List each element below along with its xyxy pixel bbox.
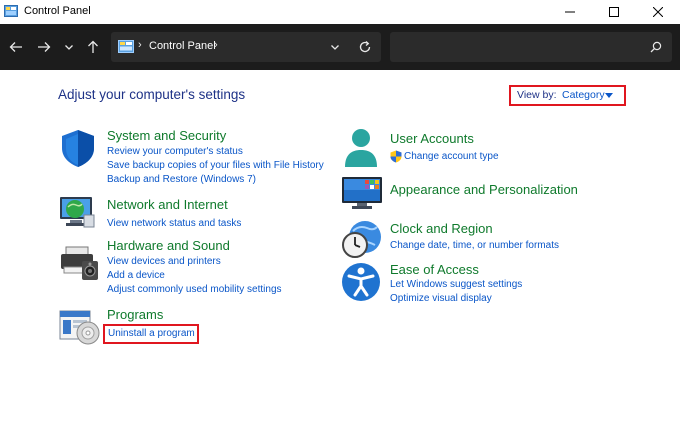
breadcrumb-separator-icon: ›: [138, 39, 142, 51]
maximize-button[interactable]: [592, 0, 636, 24]
view-by-control[interactable]: View by: Category: [509, 85, 626, 106]
refresh-icon[interactable]: [358, 40, 372, 54]
caret-down-icon[interactable]: [605, 93, 613, 98]
category-hardware-and-sound[interactable]: Hardware and Sound: [107, 238, 230, 253]
category-user-accounts[interactable]: User Accounts: [390, 131, 474, 146]
uninstall-highlight-box: [103, 324, 199, 344]
link-date-time-formats[interactable]: Change date, time, or number formats: [390, 240, 559, 251]
category-network-and-internet[interactable]: Network and Internet: [107, 197, 228, 212]
control-panel-icon: [4, 5, 18, 17]
view-by-label: View by:: [517, 89, 557, 101]
arrow-right-icon: [38, 42, 51, 52]
chevron-down-icon[interactable]: [329, 41, 341, 53]
address-bar[interactable]: › Control Panel ›: [111, 32, 381, 62]
programs-disc-icon: [59, 310, 100, 345]
category-ease-of-access[interactable]: Ease of Access: [390, 262, 479, 277]
clock-globe-icon: [342, 221, 381, 258]
category-system-and-security[interactable]: System and Security: [107, 128, 226, 143]
category-programs[interactable]: Programs: [107, 307, 163, 322]
user-icon: [345, 129, 377, 167]
category-appearance-personalization[interactable]: Appearance and Personalization: [390, 182, 578, 197]
category-clock-and-region[interactable]: Clock and Region: [390, 221, 493, 236]
back-button[interactable]: [7, 38, 25, 56]
forward-button[interactable]: [35, 38, 53, 56]
control-panel-icon: [118, 40, 134, 53]
title-bar: Control Panel: [0, 0, 680, 24]
minimize-icon: [565, 11, 575, 13]
printer-speaker-icon: [61, 246, 98, 280]
link-review-computer-status[interactable]: Review your computer's status: [107, 146, 243, 157]
globe-network-icon: [60, 197, 95, 228]
link-devices-printers[interactable]: View devices and printers: [107, 256, 221, 267]
close-button[interactable]: [636, 0, 680, 24]
uac-shield-icon: [390, 150, 402, 163]
arrow-up-icon: [88, 40, 98, 53]
minimize-button[interactable]: [548, 0, 592, 24]
view-by-dropdown[interactable]: Category: [562, 89, 605, 101]
link-change-account-type[interactable]: Change account type: [404, 151, 499, 162]
recent-locations-button[interactable]: [60, 38, 78, 56]
link-mobility-settings[interactable]: Adjust commonly used mobility settings: [107, 284, 282, 295]
search-icon: [650, 41, 662, 53]
search-box[interactable]: [390, 32, 672, 62]
monitor-icon: [342, 177, 382, 209]
arrow-left-icon: [9, 42, 22, 52]
page-heading: Adjust your computer's settings: [58, 87, 246, 102]
window-title: Control Panel: [24, 5, 91, 17]
up-button[interactable]: [84, 38, 102, 56]
link-optimize-visual-display[interactable]: Optimize visual display: [390, 293, 492, 304]
link-backup-restore[interactable]: Backup and Restore (Windows 7): [107, 174, 256, 185]
shield-icon: [62, 130, 94, 167]
maximize-icon: [609, 7, 619, 17]
link-add-device[interactable]: Add a device: [107, 270, 165, 281]
link-windows-suggest-settings[interactable]: Let Windows suggest settings: [390, 279, 522, 290]
link-file-history-backup[interactable]: Save backup copies of your files with Fi…: [107, 160, 324, 171]
breadcrumb-control-panel[interactable]: Control Panel: [149, 40, 216, 52]
chevron-down-icon: [65, 45, 73, 50]
close-icon: [653, 7, 663, 17]
accessibility-icon: [342, 263, 380, 301]
link-network-status[interactable]: View network status and tasks: [107, 218, 241, 229]
navigation-toolbar: › Control Panel ›: [0, 24, 680, 70]
breadcrumb-chevron-icon[interactable]: ›: [214, 39, 218, 51]
